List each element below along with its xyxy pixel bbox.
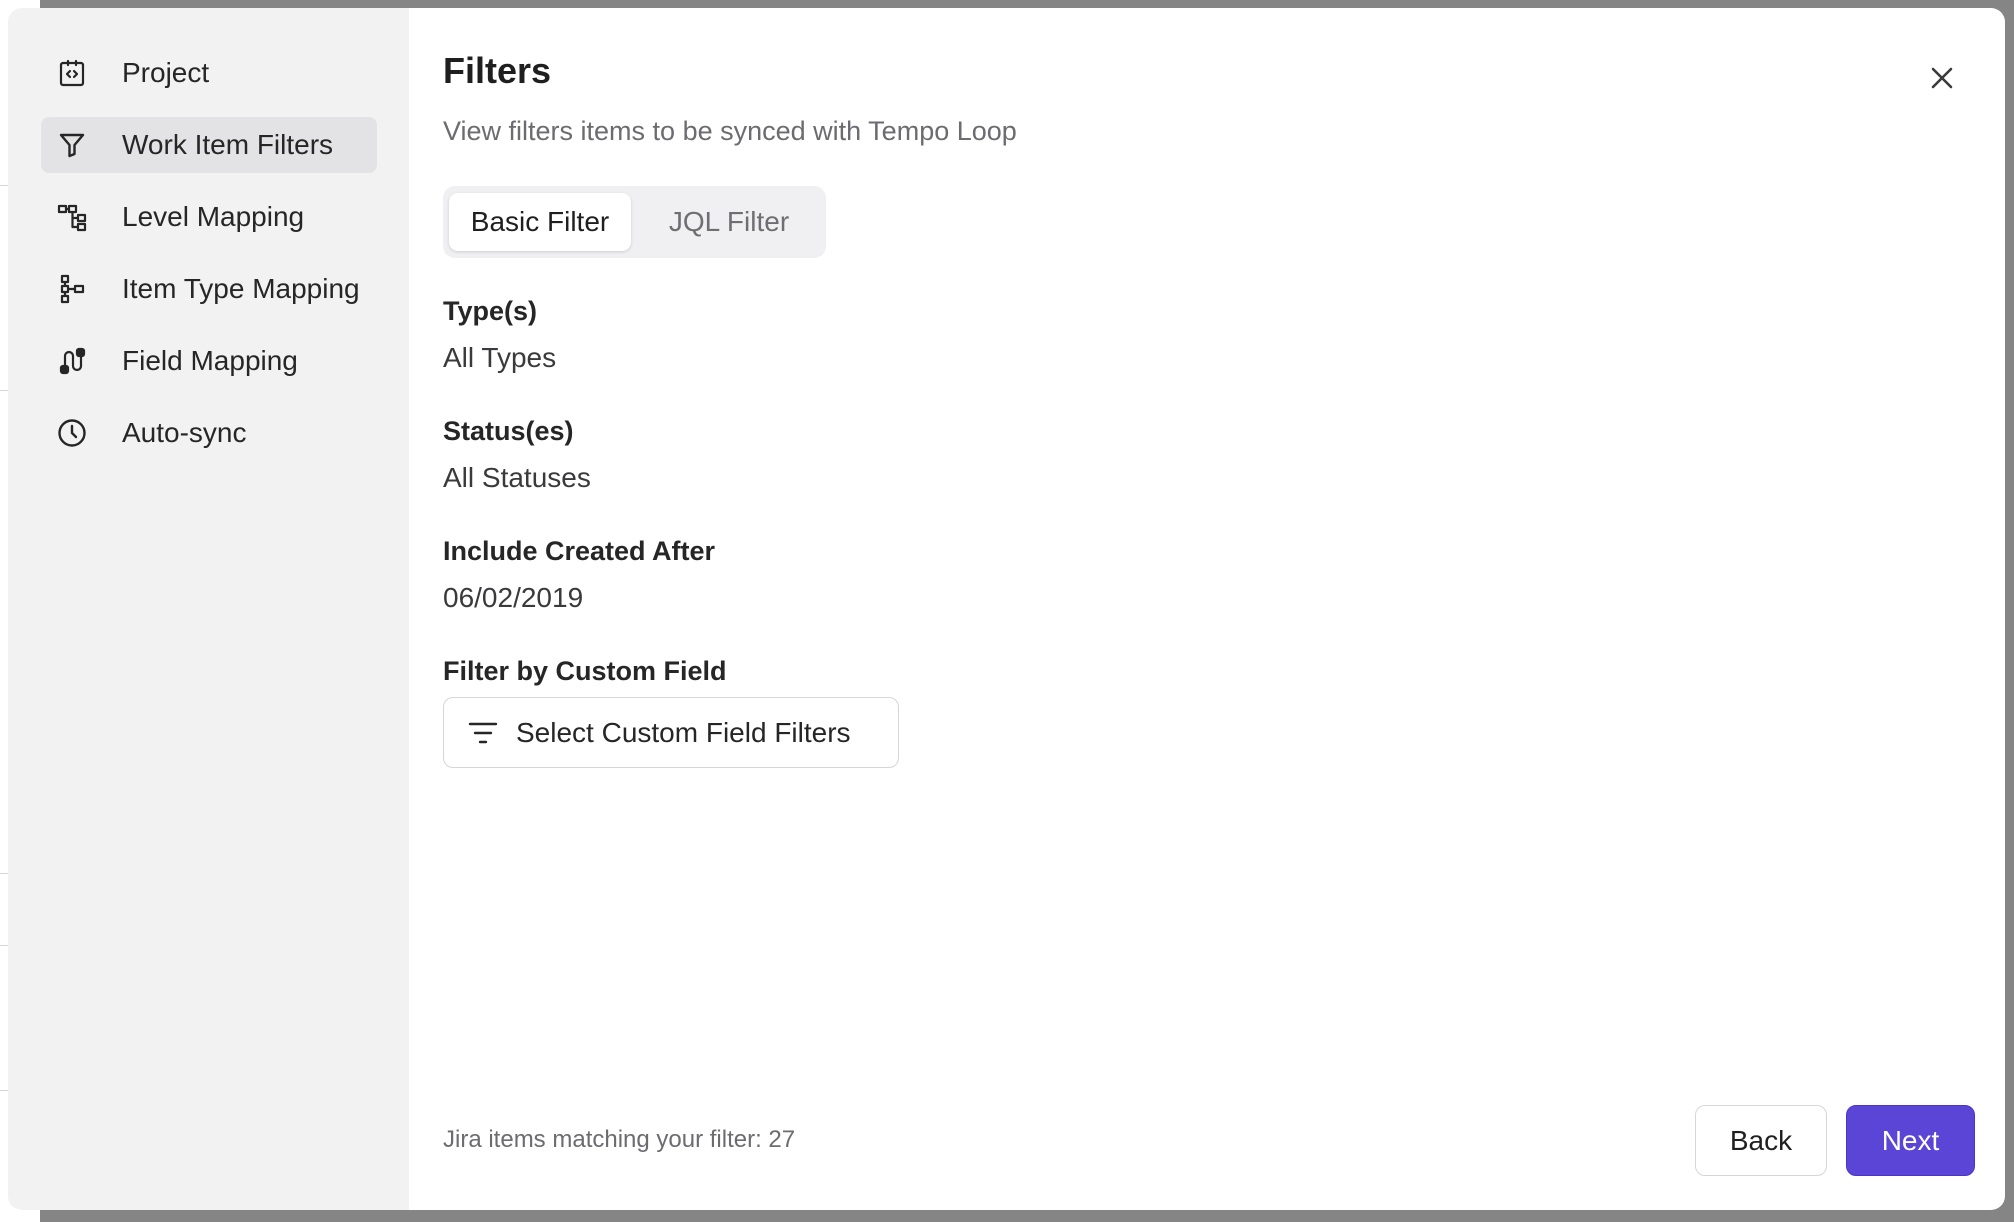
page-title: Filters (443, 50, 552, 91)
background-divider (0, 873, 8, 874)
created-after-value: 06/02/2019 (443, 582, 584, 613)
sidebar-item-level-mapping[interactable]: Level Mapping (41, 189, 377, 245)
sidebar-item-label: Auto-sync (122, 417, 247, 448)
level-mapping-icon (57, 202, 87, 232)
custom-field-label: Filter by Custom Field (443, 656, 727, 686)
sidebar-item-label: Work Item Filters (122, 129, 334, 160)
sidebar-item-work-item-filters[interactable]: Work Item Filters (41, 117, 377, 173)
sidebar-item-project[interactable]: Project (41, 45, 377, 101)
sidebar-item-auto-sync[interactable]: Auto-sync (41, 405, 377, 461)
filters-panel: Filters View filters items to be synced … (409, 8, 2005, 1210)
sidebar-item-label: Level Mapping (122, 201, 305, 232)
types-value: All Types (443, 342, 557, 373)
background-divider (0, 1090, 8, 1091)
filter-mode-tabs: Basic Filter JQL Filter (443, 186, 826, 258)
filter-lines-icon (468, 722, 498, 744)
sidebar-item-item-type-mapping[interactable]: Item Type Mapping (41, 261, 377, 317)
sidebar-item-label: Project (122, 57, 210, 88)
next-button[interactable]: Next (1846, 1105, 1975, 1176)
close-button[interactable] (1924, 60, 1960, 96)
matching-items-count: Jira items matching your filter: 27 (443, 1126, 796, 1153)
settings-sidebar: Project Work Item Filters Level Mapping … (8, 8, 409, 1210)
sidebar-item-field-mapping[interactable]: Field Mapping (41, 333, 377, 389)
background-divider (0, 945, 8, 946)
clock-icon (57, 418, 87, 448)
background-divider (0, 390, 8, 391)
sidebar-item-label: Field Mapping (122, 345, 298, 376)
tab-jql-filter[interactable]: JQL Filter (638, 193, 820, 251)
close-icon (1931, 67, 1953, 89)
page-subtitle: View filters items to be synced with Tem… (443, 116, 1017, 146)
background-divider (0, 185, 8, 186)
statuses-label: Status(es) (443, 416, 574, 446)
tab-basic-filter[interactable]: Basic Filter (449, 193, 631, 251)
sidebar-item-label: Item Type Mapping (122, 273, 360, 304)
statuses-value: All Statuses (443, 462, 591, 493)
project-code-icon (57, 58, 87, 88)
select-custom-field-filters-button[interactable]: Select Custom Field Filters (443, 697, 899, 768)
filter-funnel-icon (57, 130, 87, 160)
sync-settings-modal: Project Work Item Filters Level Mapping … (8, 8, 2005, 1210)
back-button[interactable]: Back (1695, 1105, 1827, 1176)
types-label: Type(s) (443, 296, 538, 326)
field-mapping-icon (57, 346, 87, 376)
created-after-label: Include Created After (443, 536, 716, 566)
item-type-mapping-icon (57, 274, 87, 304)
select-custom-field-filters-label: Select Custom Field Filters (516, 716, 851, 748)
